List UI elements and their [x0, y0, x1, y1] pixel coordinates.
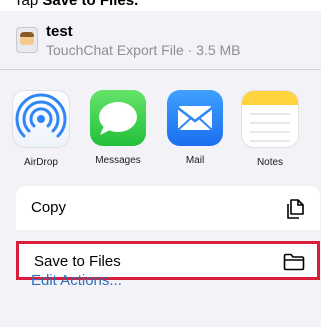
copy-icon [284, 196, 306, 225]
app-airdrop[interactable]: AirDrop [4, 90, 78, 168]
instruction-text: Tap Save to Files. [0, 0, 321, 11]
file-title: test [46, 23, 73, 40]
share-app-row: AirDrop Messages Mail Notes [0, 70, 321, 172]
app-messages[interactable]: Messages [81, 90, 155, 166]
share-sheet-header: test TouchChat Export File · 3.5 MB [0, 11, 321, 70]
messages-icon [90, 90, 146, 146]
instruction-prefix: Tap [14, 0, 43, 9]
edit-actions-link[interactable]: Edit Actions... [31, 272, 122, 289]
airdrop-icon [12, 90, 70, 148]
app-label: Messages [95, 155, 141, 166]
copy-action-row[interactable]: Copy [16, 186, 320, 230]
edit-actions-row[interactable]: Edit Actions... [16, 262, 320, 303]
file-thumbnail-icon [16, 27, 38, 53]
app-label: Notes [256, 157, 284, 168]
notes-icon [241, 90, 299, 148]
app-label: Mail [185, 155, 205, 166]
app-notes[interactable]: Notes [233, 90, 307, 168]
app-label: AirDrop [24, 157, 58, 168]
copy-label: Copy [31, 199, 67, 216]
mail-icon [167, 90, 223, 146]
app-mail[interactable]: Mail [158, 90, 232, 166]
instruction-bold: Save to Files. [42, 0, 139, 9]
file-subtitle: TouchChat Export File · 3.5 MB [46, 42, 241, 58]
